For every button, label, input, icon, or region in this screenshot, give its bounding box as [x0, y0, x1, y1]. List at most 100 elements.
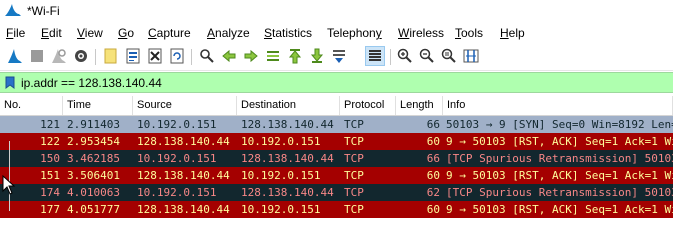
display-filter-input[interactable]	[21, 75, 661, 90]
column-header[interactable]: Time	[63, 96, 133, 115]
find-packet-button[interactable]	[198, 47, 216, 65]
packet-row[interactable]: 122 2.953454 128.138.140.44 10.192.0.151 TCP…	[0, 133, 673, 150]
menu-item[interactable]: Tools	[455, 26, 483, 40]
menu-item[interactable]: Go	[118, 26, 134, 40]
go-back-button[interactable]	[220, 47, 238, 65]
packet-row[interactable]: 121 2.911403 10.192.0.151 128.138.140.44 TCP…	[0, 116, 673, 133]
menu-item[interactable]: Edit	[41, 26, 62, 40]
restart-capture-button[interactable]	[50, 47, 68, 65]
packet-len-cell: 60	[426, 169, 440, 182]
packet-row[interactable]: 177 4.051777 128.138.140.44 10.192.0.151 TCP…	[0, 201, 673, 218]
restart-fin-icon	[52, 49, 66, 63]
toolbar-separator	[191, 49, 192, 65]
packet-info-cell: [TCP Spurious Retransmission] 50103 → 9	[446, 152, 673, 165]
bookmark-icon[interactable]	[5, 76, 15, 89]
packet-info-cell: 9 → 50103 [RST, ACK] Seq=1 Ack=1 Win=0	[446, 203, 673, 216]
packet-time-cell: 4.010063	[67, 186, 120, 199]
colorize-lines-icon	[369, 50, 381, 61]
stop-icon	[31, 50, 43, 62]
colorize-button[interactable]	[365, 46, 385, 66]
resize-columns-icon	[463, 49, 479, 63]
packet-row[interactable]: 151 3.506401 128.138.140.44 10.192.0.151 TCP…	[0, 167, 673, 184]
packet-row[interactable]: 150 3.462185 10.192.0.151 128.138.140.44 TCP…	[0, 150, 673, 167]
last-packet-button[interactable]	[308, 47, 326, 65]
menu-item[interactable]: View	[77, 26, 103, 40]
packet-src-cell: 128.138.140.44	[137, 203, 230, 216]
packet-row[interactable]: 174 4.010063 10.192.0.151 128.138.140.44 TCP…	[0, 184, 673, 201]
menu-item[interactable]: Wireless	[398, 26, 444, 40]
packet-info-cell: [TCP Spurious Retransmission] 50103 → 9	[446, 186, 673, 199]
packet-src-cell: 10.192.0.151	[137, 152, 217, 165]
column-header[interactable]: Destination	[237, 96, 340, 115]
display-filter-bar	[0, 72, 673, 93]
jump-icon	[267, 51, 279, 61]
zoom-in-icon	[397, 48, 412, 63]
menu-item[interactable]: Telephony	[327, 26, 382, 40]
packet-dst-cell: 10.192.0.151	[241, 203, 321, 216]
packet-len-cell: 62	[426, 186, 440, 199]
packet-dst-cell: 128.138.140.44	[241, 152, 334, 165]
column-header[interactable]: Length	[396, 96, 443, 115]
folder-icon	[104, 48, 117, 64]
go-forward-button[interactable]	[242, 47, 260, 65]
go-to-packet-button[interactable]	[264, 47, 282, 65]
packet-src-cell: 128.138.140.44	[137, 135, 230, 148]
menu-item[interactable]: Capture	[148, 26, 191, 40]
packet-time-cell: 2.953454	[67, 135, 120, 148]
packet-proto-cell: TCP	[344, 135, 364, 148]
main-toolbar	[0, 44, 673, 71]
packet-src-cell: 10.192.0.151	[137, 186, 217, 199]
reload-icon	[170, 48, 184, 64]
zoom-reset-icon	[441, 48, 456, 63]
packet-info-cell: 9 → 50103 [RST, ACK] Seq=1 Ack=1 Win=0	[446, 169, 673, 182]
zoom-in-button[interactable]	[396, 47, 414, 65]
start-capture-button[interactable]	[6, 47, 24, 65]
mouse-pointer-icon	[2, 175, 16, 195]
open-file-button[interactable]	[102, 47, 120, 65]
packet-len-cell: 66	[426, 118, 440, 131]
column-header[interactable]: Source	[133, 96, 237, 115]
packet-dst-cell: 128.138.140.44	[241, 186, 334, 199]
close-file-icon	[148, 48, 162, 64]
arrow-left-icon	[222, 49, 236, 63]
packet-src-cell: 10.192.0.151	[137, 118, 217, 131]
menu-item[interactable]: Analyze	[207, 26, 250, 40]
close-file-button[interactable]	[146, 47, 164, 65]
menu-item[interactable]: Statistics	[264, 26, 312, 40]
shark-fin-icon	[8, 49, 22, 63]
packet-len-cell: 60	[426, 135, 440, 148]
packet-dst-cell: 10.192.0.151	[241, 169, 321, 182]
menu-item[interactable]: Help	[500, 26, 525, 40]
zoom-reset-button[interactable]	[440, 47, 458, 65]
column-header[interactable]: Protocol	[340, 96, 396, 115]
menu-item[interactable]: File	[6, 26, 25, 40]
packet-no-cell: 121	[40, 118, 60, 131]
arrow-up-first-icon	[288, 49, 302, 64]
packet-proto-cell: TCP	[344, 152, 364, 165]
save-file-button[interactable]	[124, 47, 142, 65]
capture-options-button[interactable]	[72, 47, 90, 65]
packet-list: 121 2.911403 10.192.0.151 128.138.140.44 TCP…	[0, 116, 673, 218]
arrow-down-last-icon	[310, 48, 324, 63]
packet-time-cell: 4.051777	[67, 203, 120, 216]
packet-proto-cell: TCP	[344, 118, 364, 131]
packet-src-cell: 128.138.140.44	[137, 169, 230, 182]
packet-info-cell: 9 → 50103 [RST, ACK] Seq=1 Ack=1 Win=0	[446, 135, 673, 148]
column-header[interactable]: No.	[0, 96, 63, 115]
packet-list-header: No. Time Source Destination Protocol Length In…	[0, 96, 673, 116]
packet-len-cell: 66	[426, 152, 440, 165]
stop-capture-button[interactable]	[28, 47, 46, 65]
packet-time-cell: 3.506401	[67, 169, 120, 182]
zoom-out-button[interactable]	[418, 47, 436, 65]
packet-time-cell: 2.911403	[67, 118, 120, 131]
resize-columns-button[interactable]	[462, 47, 480, 65]
column-header[interactable]: Info	[443, 96, 673, 115]
gear-icon	[75, 50, 87, 62]
file-binary-icon	[126, 48, 140, 64]
first-packet-button[interactable]	[286, 47, 304, 65]
autoscroll-button[interactable]	[330, 47, 348, 65]
menu-bar: File Edit View Go Capture Analyze Statistics Te…	[0, 24, 673, 42]
packet-info-cell: 50103 → 9 [SYN] Seq=0 Win=8192 Len=0	[446, 118, 673, 131]
reload-file-button[interactable]	[168, 47, 186, 65]
window-title: *Wi-Fi	[27, 4, 60, 18]
